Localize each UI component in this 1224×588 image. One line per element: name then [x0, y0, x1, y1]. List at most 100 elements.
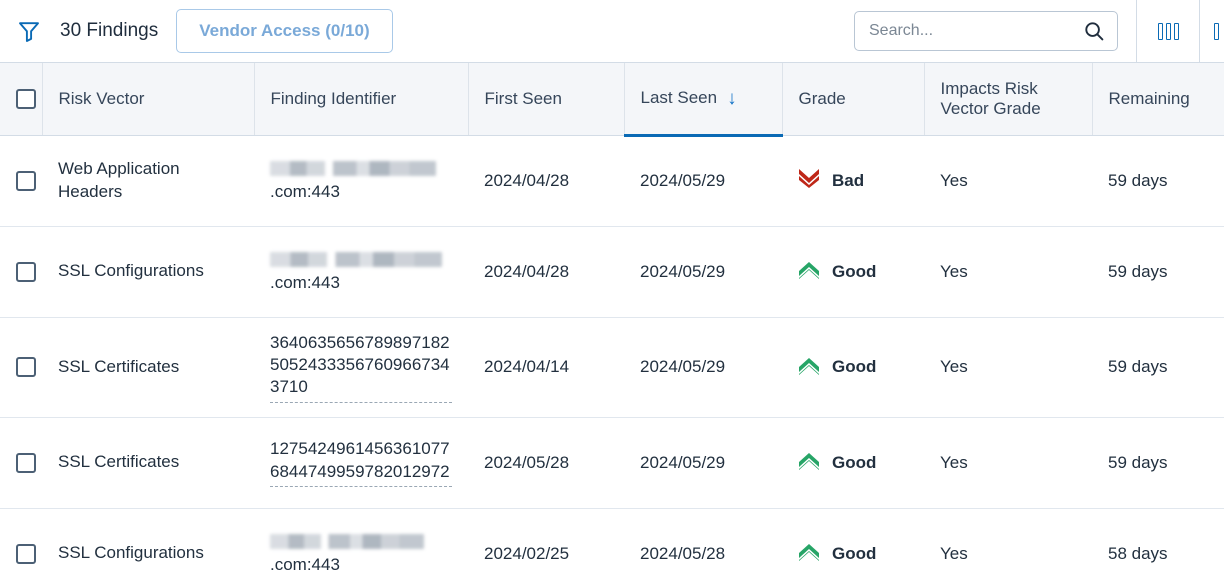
table-row[interactable]: Web Application Headers .com:443 2024/04…	[0, 135, 1224, 227]
cell-risk-vector: SSL Certificates	[42, 317, 254, 418]
cell-remaining: 59 days	[1092, 317, 1224, 418]
cell-risk-vector: SSL Configurations	[42, 508, 254, 588]
row-select-cell[interactable]	[0, 135, 42, 227]
th-impacts-label-line1: Impacts Risk	[940, 78, 1038, 98]
cell-impacts: Yes	[924, 508, 1092, 588]
grade-label: Good	[832, 452, 877, 472]
th-last-seen[interactable]: Last Seen ↓	[624, 63, 783, 137]
findings-count: 30 Findings	[60, 20, 159, 41]
row-checkbox[interactable]	[16, 452, 36, 473]
findings-toolbar: 30 Findings Vendor Access (0/10)	[0, 0, 1224, 62]
th-grade-label: Grade	[798, 88, 846, 108]
cell-last-seen: 2024/05/29	[624, 226, 782, 318]
cell-first-seen: 2024/05/28	[468, 417, 624, 509]
identifier-suffix: .com:443	[270, 272, 340, 292]
grade-label: Good	[832, 261, 877, 281]
cell-impacts: Yes	[924, 226, 1092, 318]
row-select-cell[interactable]	[0, 317, 42, 418]
cell-grade: Good	[782, 226, 924, 318]
search-box[interactable]	[854, 11, 1118, 51]
grade-label: Good	[832, 543, 877, 563]
cell-first-seen: 2024/04/28	[468, 226, 624, 318]
row-checkbox[interactable]	[16, 170, 36, 191]
columns-icon[interactable]	[1137, 0, 1199, 62]
table-row[interactable]: SSL Certificates 36406356567898971825052…	[0, 317, 1224, 418]
cell-finding-identifier: 12754249614563610776844749959782012972	[254, 417, 468, 509]
identifier-suffix: .com:443	[270, 181, 340, 201]
certificate-id: 3640635656789897182505243335676096673437…	[270, 332, 452, 403]
th-impacts-label-line2: Vector Grade	[940, 98, 1041, 118]
cell-remaining: 58 days	[1092, 508, 1224, 588]
table-row[interactable]: SSL Certificates 12754249614563610776844…	[0, 417, 1224, 509]
th-remaining[interactable]: Remaining	[1092, 63, 1224, 136]
cell-risk-vector: Web Application Headers	[42, 135, 254, 227]
redacted-domain	[270, 534, 424, 550]
th-risk-vector[interactable]: Risk Vector	[42, 63, 255, 136]
row-select-cell[interactable]	[0, 417, 42, 509]
toolbar-right-group	[854, 0, 1224, 62]
table-row[interactable]: SSL Configurations .com:443 2024/04/28 2…	[0, 226, 1224, 318]
vendor-access-button[interactable]: Vendor Access (0/10)	[176, 9, 393, 53]
th-grade[interactable]: Grade	[782, 63, 925, 136]
th-first-seen[interactable]: First Seen	[468, 63, 625, 136]
grade-up-icon	[798, 259, 820, 284]
grade-down-icon	[798, 168, 820, 193]
cell-first-seen: 2024/04/14	[468, 317, 624, 418]
th-finding-identifier-label: Finding Identifier	[270, 88, 397, 108]
cell-grade: Bad	[782, 135, 924, 227]
cell-impacts: Yes	[924, 135, 1092, 227]
th-finding-identifier[interactable]: Finding Identifier	[254, 63, 469, 136]
sort-descending-icon: ↓	[727, 87, 737, 109]
cell-finding-identifier: .com:443	[254, 135, 468, 227]
search-icon[interactable]	[1083, 20, 1105, 42]
cell-impacts: Yes	[924, 317, 1092, 418]
row-checkbox[interactable]	[16, 543, 36, 564]
cell-finding-identifier: .com:443	[254, 226, 468, 318]
grade-up-icon	[798, 541, 820, 566]
certificate-id: 12754249614563610776844749959782012972	[270, 438, 452, 488]
grade-label: Bad	[832, 170, 865, 190]
cell-remaining: 59 days	[1092, 226, 1224, 318]
filter-icon[interactable]	[16, 18, 42, 44]
row-select-cell[interactable]	[0, 226, 42, 318]
toolbar-left-group: 30 Findings Vendor Access (0/10)	[0, 9, 393, 53]
th-impacts-risk-vector-grade[interactable]: Impacts Risk Vector Grade	[924, 63, 1093, 136]
overflow-icon[interactable]	[1200, 0, 1224, 62]
cell-last-seen: 2024/05/29	[624, 135, 782, 227]
cell-last-seen: 2024/05/29	[624, 317, 782, 418]
table-body: Web Application Headers .com:443 2024/04…	[0, 135, 1224, 588]
cell-finding-identifier: .com:443	[254, 508, 468, 588]
cell-first-seen: 2024/02/25	[468, 508, 624, 588]
cell-grade: Good	[782, 417, 924, 509]
th-remaining-label: Remaining	[1108, 88, 1190, 108]
cell-risk-vector: SSL Configurations	[42, 226, 254, 318]
cell-last-seen: 2024/05/28	[624, 508, 782, 588]
th-last-seen-label: Last Seen	[640, 88, 718, 108]
row-select-cell[interactable]	[0, 508, 42, 588]
findings-table: Risk Vector Finding Identifier First See…	[0, 63, 1224, 588]
cell-grade: Good	[782, 317, 924, 418]
th-risk-vector-label: Risk Vector	[58, 88, 145, 108]
table-row[interactable]: SSL Configurations .com:443 2024/02/25 2…	[0, 508, 1224, 588]
grade-up-icon	[798, 355, 820, 380]
th-select-all[interactable]	[0, 63, 43, 136]
search-container	[854, 0, 1136, 62]
cell-grade: Good	[782, 508, 924, 588]
redacted-domain	[270, 252, 442, 268]
select-all-checkbox[interactable]	[16, 88, 36, 109]
grade-up-icon	[798, 450, 820, 475]
cell-impacts: Yes	[924, 417, 1092, 509]
search-input[interactable]	[869, 22, 1083, 40]
cell-finding-identifier: 3640635656789897182505243335676096673437…	[254, 317, 468, 418]
cell-risk-vector: SSL Certificates	[42, 417, 254, 509]
findings-table-container[interactable]: Risk Vector Finding Identifier First See…	[0, 62, 1224, 588]
row-checkbox[interactable]	[16, 261, 36, 282]
cell-last-seen: 2024/05/29	[624, 417, 782, 509]
cell-remaining: 59 days	[1092, 135, 1224, 227]
th-first-seen-label: First Seen	[484, 88, 562, 108]
table-header-row: Risk Vector Finding Identifier First See…	[0, 63, 1224, 137]
redacted-domain	[270, 161, 436, 177]
cell-remaining: 59 days	[1092, 417, 1224, 509]
row-checkbox[interactable]	[16, 357, 36, 378]
cell-first-seen: 2024/04/28	[468, 135, 624, 227]
